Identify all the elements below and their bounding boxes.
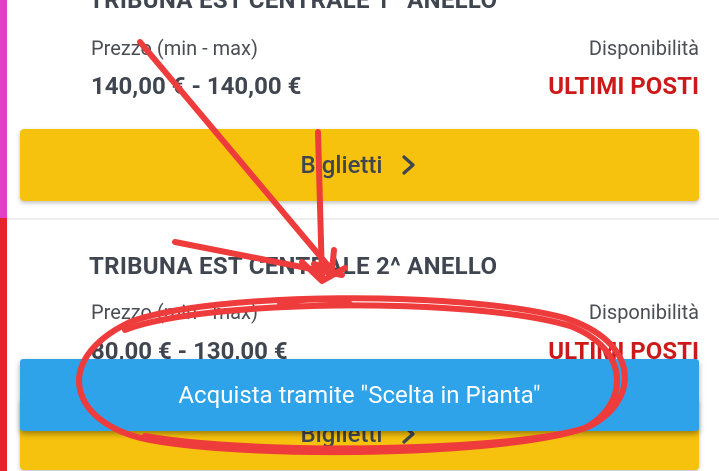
sector-title: TRIBUNA EST CENTRALE 1^ ANELLO bbox=[89, 0, 498, 14]
sector-title: TRIBUNA EST CENTRALE 2^ ANELLO bbox=[89, 252, 498, 280]
seat-map-purchase-label: Acquista tramite "Scelta in Pianta" bbox=[178, 381, 541, 409]
availability-label: Disponibilità bbox=[588, 36, 699, 60]
tickets-button-label: Biglietti bbox=[300, 151, 383, 179]
price-range: 140,00 € - 140,00 € bbox=[91, 72, 302, 100]
seat-map-purchase-button[interactable]: Acquista tramite "Scelta in Pianta" bbox=[20, 359, 699, 431]
availability-status: ULTIMI POSTI bbox=[548, 72, 699, 100]
sector-card: TRIBUNA EST CENTRALE 2^ ANELLO Prezzo (m… bbox=[7, 220, 719, 471]
availability-label: Disponibilità bbox=[588, 300, 699, 324]
sector-card: TRIBUNA EST CENTRALE 1^ ANELLO Prezzo (m… bbox=[7, 0, 719, 220]
price-label: Prezzo (min - max) bbox=[91, 36, 258, 60]
tickets-button[interactable]: Biglietti bbox=[20, 129, 699, 201]
section-accent-bar bbox=[0, 218, 7, 471]
section-accent-bar bbox=[0, 0, 7, 218]
price-label: Prezzo (min - max) bbox=[91, 300, 258, 324]
chevron-right-icon bbox=[401, 155, 415, 175]
